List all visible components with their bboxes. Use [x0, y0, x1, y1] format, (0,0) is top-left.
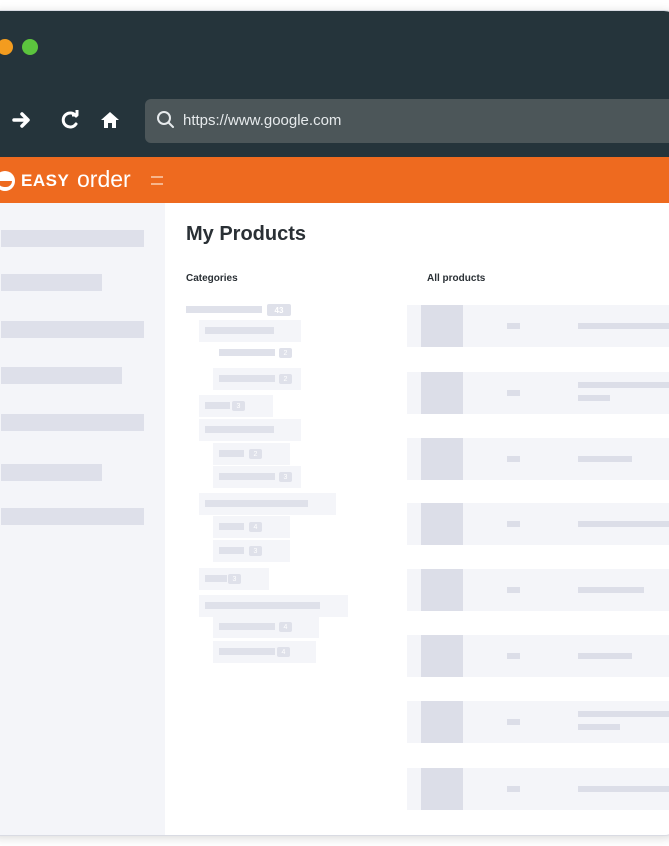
category-label	[219, 547, 244, 554]
home-icon[interactable]	[98, 108, 122, 132]
forward-icon[interactable]	[11, 108, 35, 132]
category-label	[205, 602, 320, 609]
product-field	[507, 587, 520, 593]
product-field	[507, 323, 520, 329]
product-name	[578, 653, 632, 659]
category-label	[219, 523, 244, 530]
logo-icon	[0, 171, 15, 191]
main-content: My Products Categories All products 43 2…	[165, 203, 669, 835]
title-bar	[0, 11, 669, 89]
category-label	[205, 575, 227, 582]
category-item[interactable]	[186, 306, 262, 313]
product-field	[507, 456, 520, 462]
category-count-badge: 3	[232, 401, 245, 411]
sidebar	[0, 203, 165, 835]
category-label	[219, 473, 275, 480]
category-count-badge: 4	[279, 622, 292, 632]
product-name	[578, 382, 669, 388]
product-thumbnail	[421, 372, 463, 414]
category-label	[219, 450, 244, 457]
category-count-badge: 3	[279, 472, 292, 482]
category-count-badge: 3	[249, 546, 262, 556]
product-name	[578, 724, 620, 730]
product-row[interactable]	[407, 503, 669, 545]
sidebar-item[interactable]	[1, 508, 144, 525]
product-field	[507, 521, 520, 527]
minimize-window-button[interactable]	[0, 39, 13, 55]
category-label	[219, 623, 275, 630]
product-thumbnail	[421, 503, 463, 545]
categories-heading: Categories	[186, 273, 238, 284]
category-item[interactable]	[219, 349, 275, 356]
product-name	[578, 786, 669, 792]
maximize-window-button[interactable]	[22, 39, 38, 55]
product-name	[578, 323, 669, 329]
category-label	[205, 327, 274, 334]
product-field	[507, 653, 520, 659]
category-label	[219, 648, 275, 655]
reload-icon[interactable]	[59, 108, 81, 132]
page-title: My Products	[186, 223, 307, 245]
sidebar-item[interactable]	[1, 464, 102, 481]
category-count-badge: 2	[249, 449, 262, 459]
sidebar-item[interactable]	[1, 367, 122, 384]
product-row[interactable]	[407, 438, 669, 480]
browser-toolbar: https://www.google.com	[0, 89, 669, 157]
product-name	[578, 395, 610, 401]
product-row[interactable]	[407, 305, 669, 347]
product-row[interactable]	[407, 569, 669, 611]
product-name	[578, 711, 669, 717]
category-count-badge: 4	[277, 647, 290, 657]
product-thumbnail	[421, 635, 463, 677]
product-thumbnail	[421, 569, 463, 611]
sidebar-item[interactable]	[1, 321, 144, 338]
category-label	[219, 375, 275, 382]
category-count-badge: 3	[228, 574, 241, 584]
category-count-badge: 2	[279, 348, 292, 358]
product-name	[578, 456, 632, 462]
product-name	[578, 587, 644, 593]
logo-text-easy: EASY	[21, 171, 70, 190]
category-count-badge: 4	[249, 522, 262, 532]
product-thumbnail	[421, 768, 463, 810]
address-bar[interactable]: https://www.google.com	[145, 99, 669, 143]
menu-icon[interactable]	[151, 176, 163, 185]
category-label	[205, 426, 274, 433]
product-row[interactable]	[407, 372, 669, 414]
logo-text-order: order	[77, 166, 131, 192]
product-thumbnail	[421, 701, 463, 743]
category-label	[205, 402, 230, 409]
sidebar-item[interactable]	[1, 230, 144, 247]
category-count-badge: 2	[279, 374, 292, 384]
category-count-badge: 43	[267, 304, 291, 316]
product-field	[507, 719, 520, 725]
product-row[interactable]	[407, 768, 669, 810]
app-header: EASY order	[0, 157, 669, 203]
product-thumbnail	[421, 438, 463, 480]
url-text: https://www.google.com	[183, 112, 342, 129]
all-products-heading: All products	[427, 273, 486, 284]
product-thumbnail	[421, 305, 463, 347]
category-label	[205, 500, 308, 507]
product-row[interactable]	[407, 635, 669, 677]
product-row[interactable]	[407, 701, 669, 743]
sidebar-item[interactable]	[1, 414, 144, 431]
product-field	[507, 390, 520, 396]
sidebar-item[interactable]	[1, 274, 102, 291]
product-field	[507, 786, 520, 792]
search-icon	[156, 110, 176, 130]
browser-window: https://www.google.com EASY order My Pro…	[0, 10, 669, 836]
product-name	[578, 521, 669, 527]
